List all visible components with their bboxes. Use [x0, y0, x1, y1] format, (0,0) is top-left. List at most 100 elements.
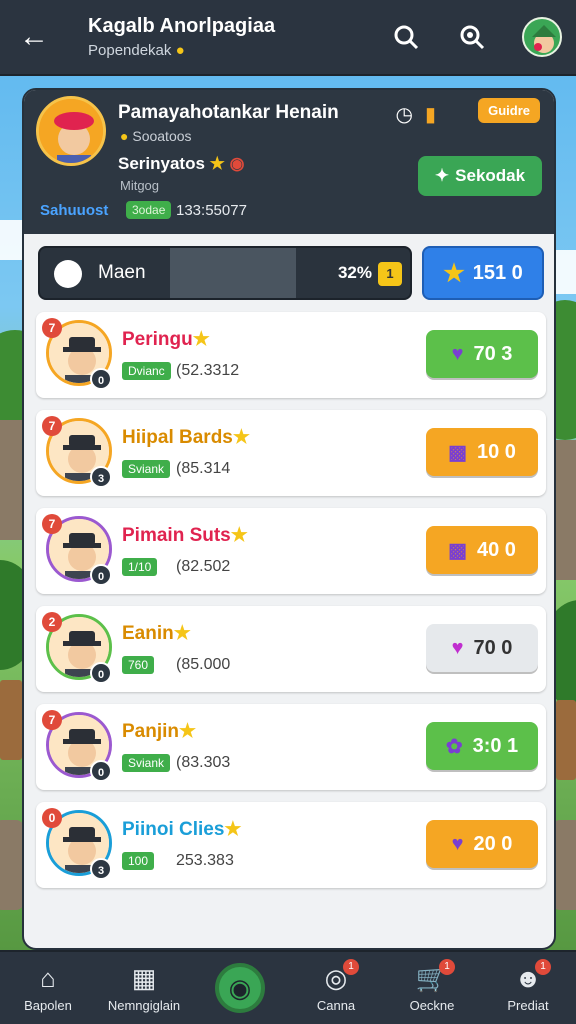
reward-button[interactable]: ▩ 10 0 [426, 428, 538, 476]
score-button[interactable]: ★ 151 0 [422, 246, 544, 300]
player-tag: Sviank [122, 754, 171, 772]
nav-label: Canna [316, 998, 356, 1013]
level-badge: 3 [90, 466, 112, 488]
zoom-icon [460, 25, 485, 50]
player-name: Piinoi Clies★ [122, 819, 242, 840]
back-button[interactable]: ← [14, 17, 54, 57]
notification-badge: 1 [535, 959, 551, 975]
player-rank-title: Serinyatos ★ ◉ [118, 154, 245, 173]
chart-icon[interactable]: ▮ [425, 102, 436, 127]
bottom-navigation: ⌂ Bapolen ▦ Nemngiglain ◉ ◎ Canna 1 🛒 Oeck… [0, 950, 576, 1024]
rank-badge: 7 [42, 318, 62, 338]
character-portrait-icon [39, 99, 103, 163]
page-subtitle: Popendekak ● [88, 42, 185, 59]
rank-badge: 7 [42, 416, 62, 436]
list-item[interactable]: 0 3 Piinoi Clies★ 100 253.383 ♥ 20 0 [36, 802, 546, 888]
coin-icon: ● [175, 42, 185, 59]
progress-bar: Maen 32% 1 [38, 246, 412, 300]
player-name: Peringu★ [122, 329, 210, 350]
level-badge: 0 [90, 564, 112, 586]
medal-icon: ◉ [229, 154, 245, 173]
player-list: 7 0 Peringu★ Dvianc (52.3312 ♥ 70 3 7 3 … [36, 312, 546, 900]
player-tag: 1/10 [122, 558, 158, 576]
nav-item-canna[interactable]: ◎ Canna 1 [291, 959, 381, 1013]
player-tag: 100 [122, 852, 155, 870]
lock-icon [54, 260, 82, 288]
reward-button[interactable]: ▩ 40 0 [426, 526, 538, 574]
player-name: Pimain Suts★ [122, 525, 248, 546]
reward-icon: ♥ [451, 832, 464, 855]
reward-icon: ✿ [445, 735, 463, 758]
list-item[interactable]: 7 0 Peringu★ Dvianc (52.3312 ♥ 70 3 [36, 312, 546, 398]
search-button[interactable] [386, 17, 426, 57]
nav-item-play[interactable]: ◉ [195, 963, 285, 1013]
reward-icon: ▩ [448, 539, 467, 562]
notification-badge: 1 [343, 959, 359, 975]
reward-button[interactable]: ♥ 70 0 [426, 624, 538, 672]
player-tagline: Mitgog [120, 178, 160, 193]
reward-button[interactable]: ✿ 3:0 1 [426, 722, 538, 770]
rank-badge: 2 [42, 612, 62, 632]
reward-icon: ♥ [451, 342, 464, 365]
top-app-bar: ← Kagalb Anorlpagiaa Popendekak ● [0, 0, 576, 76]
title-block: Kagalb Anorlpagiaa Popendekak ● [88, 15, 360, 59]
star-icon: ★ [230, 525, 248, 546]
level-badge: 0 [90, 760, 112, 782]
sparkle-icon: ✦ [434, 166, 450, 185]
nav-label: Oeckne [409, 998, 455, 1013]
player-score: (52.3312 [176, 362, 240, 379]
zoom-button[interactable] [452, 17, 492, 57]
progress-tag: 1 [378, 262, 402, 286]
reward-icon: ▩ [448, 441, 467, 464]
rank-badge: 7 [42, 514, 62, 534]
list-item[interactable]: 2 0 Eanin★ 760 (85.000 ♥ 70 0 [36, 606, 546, 692]
player-points: 133:55077 [176, 202, 247, 219]
player-tag: 760 [122, 656, 155, 674]
nav-item-prediat[interactable]: ☻ Prediat 1 [483, 959, 573, 1013]
notification-badge: 1 [439, 959, 455, 975]
timer-icon[interactable]: ◷ [396, 102, 413, 127]
list-item[interactable]: 7 0 Panjin★ Sviank (83.303 ✿ 3:0 1 [36, 704, 546, 790]
home-icon: ⌂ [40, 963, 56, 993]
level-badge: 3 [90, 858, 112, 880]
player-score: (82.502 [176, 558, 231, 575]
player-badge: 3odae [126, 201, 172, 219]
player-tag: Dvianc [122, 362, 171, 380]
header-icons: ◷ ▮ [396, 102, 436, 127]
nav-item-oeckne[interactable]: 🛒 Oeckne 1 [387, 959, 477, 1013]
guide-button[interactable]: Guidre [478, 98, 540, 123]
nav-item-nemngiglain[interactable]: ▦ Nemngiglain [99, 963, 189, 1013]
player-name: Hiipal Bards★ [122, 427, 250, 448]
progress-label: Maen [98, 262, 146, 283]
coin-icon: ● [120, 128, 129, 144]
nav-item-bapolen[interactable]: ⌂ Bapolen [3, 963, 93, 1013]
star-icon: ★ [232, 427, 250, 448]
player-score: (85.314 [176, 460, 231, 477]
list-item[interactable]: 7 0 Pimain Suts★ 1/10 (82.502 ▩ 40 0 [36, 508, 546, 594]
reward-icon: ♥ [451, 636, 464, 659]
back-arrow-icon: ← [19, 20, 49, 53]
user-avatar[interactable] [522, 17, 562, 57]
play-icon: ◉ [215, 963, 265, 1013]
reward-button[interactable]: ♥ 20 0 [426, 820, 538, 868]
level-badge: 0 [90, 662, 112, 684]
player-tag: Sviank [122, 460, 171, 478]
action-button[interactable]: ✦ Sekodak [418, 156, 542, 196]
profile-avatar[interactable] [36, 96, 106, 166]
nav-label: Bapolen [24, 998, 72, 1013]
search-icon [394, 25, 419, 50]
list-item[interactable]: 7 3 Hiipal Bards★ Sviank (85.314 ▩ 10 0 [36, 410, 546, 496]
leaderboard-panel: Pamayahotankar Henain ● Sooatoos Serinya… [22, 88, 556, 950]
player-subtitle: ● Sooatoos [120, 128, 192, 144]
player-name: Panjin★ [122, 721, 197, 742]
shop-icon: ▦ [131, 963, 157, 993]
nav-label: Nemngiglain [107, 998, 181, 1013]
player-name: Pamayahotankar Henain [118, 102, 339, 123]
star-icon: ★ [179, 721, 197, 742]
rank-badge: 0 [42, 808, 62, 828]
player-score: 253.383 [176, 852, 234, 869]
level-badge: 0 [90, 368, 112, 390]
star-icon: ★ [224, 819, 242, 840]
rank-badge: 7 [42, 710, 62, 730]
reward-button[interactable]: ♥ 70 3 [426, 330, 538, 378]
